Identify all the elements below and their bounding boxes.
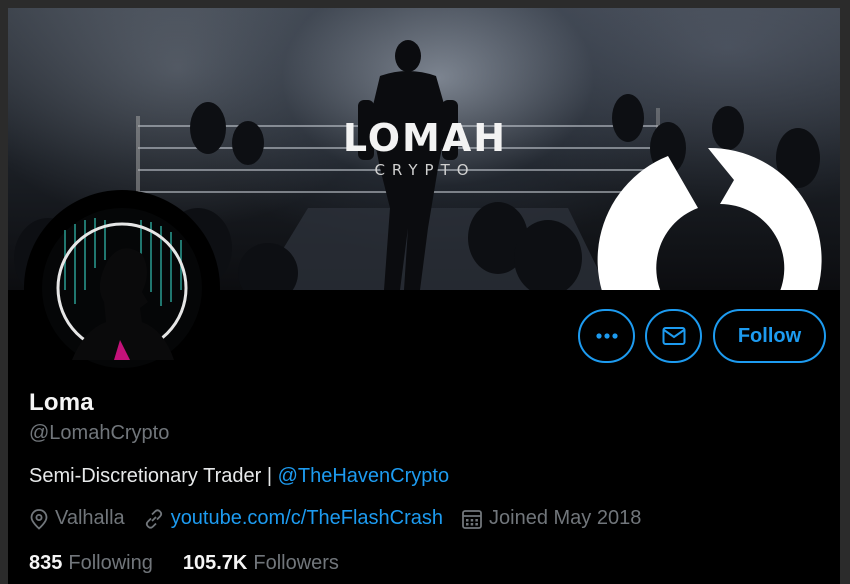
avatar-image (42, 208, 202, 368)
followers-label: Followers (253, 552, 339, 574)
more-icon (595, 333, 618, 339)
message-button[interactable] (645, 309, 702, 363)
banner-logo-subtitle: CRYPTO (374, 161, 476, 179)
location-item: Valhalla (29, 507, 125, 530)
profile-bio: Semi-Discretionary Trader | @TheHavenCry… (29, 465, 449, 488)
window-frame-right (840, 0, 850, 584)
calendar-icon (462, 509, 482, 529)
website-item: youtube.com/c/TheFlashCrash (143, 507, 443, 530)
profile-name: Loma (29, 389, 94, 416)
location-text: Valhalla (55, 507, 125, 529)
follow-button-label: Follow (737, 324, 802, 347)
website-link[interactable]: youtube.com/c/TheFlashCrash (171, 507, 443, 530)
link-icon (145, 508, 162, 529)
follow-button[interactable]: Follow (713, 309, 826, 363)
bio-text: Semi-Discretionary Trader | (29, 465, 278, 487)
window-frame-left (0, 0, 8, 584)
following-stat[interactable]: 835 Following (29, 552, 153, 575)
location-icon (30, 508, 48, 530)
mail-icon (662, 327, 685, 345)
profile-meta: Valhalla youtube.com/c/TheFlashCrash Joi… (29, 507, 659, 530)
banner-logo-title: LOMAH (342, 116, 508, 160)
bio-mention-link[interactable]: @TheHavenCrypto (278, 465, 449, 487)
avatar[interactable] (24, 190, 220, 386)
followers-stat[interactable]: 105.7K Followers (183, 552, 339, 575)
more-button[interactable] (578, 309, 635, 363)
profile-stats: 835 Following 105.7K Followers (29, 552, 369, 575)
profile-handle: @LomahCrypto (29, 422, 170, 444)
banner-logo: LOMAH CRYPTO (320, 118, 530, 180)
followers-count: 105.7K (182, 552, 248, 574)
following-label: Following (68, 552, 153, 574)
joined-item: Joined May 2018 (461, 507, 641, 530)
joined-text: Joined May 2018 (489, 507, 642, 529)
following-count: 835 (29, 552, 63, 574)
window-frame-top (0, 0, 850, 8)
